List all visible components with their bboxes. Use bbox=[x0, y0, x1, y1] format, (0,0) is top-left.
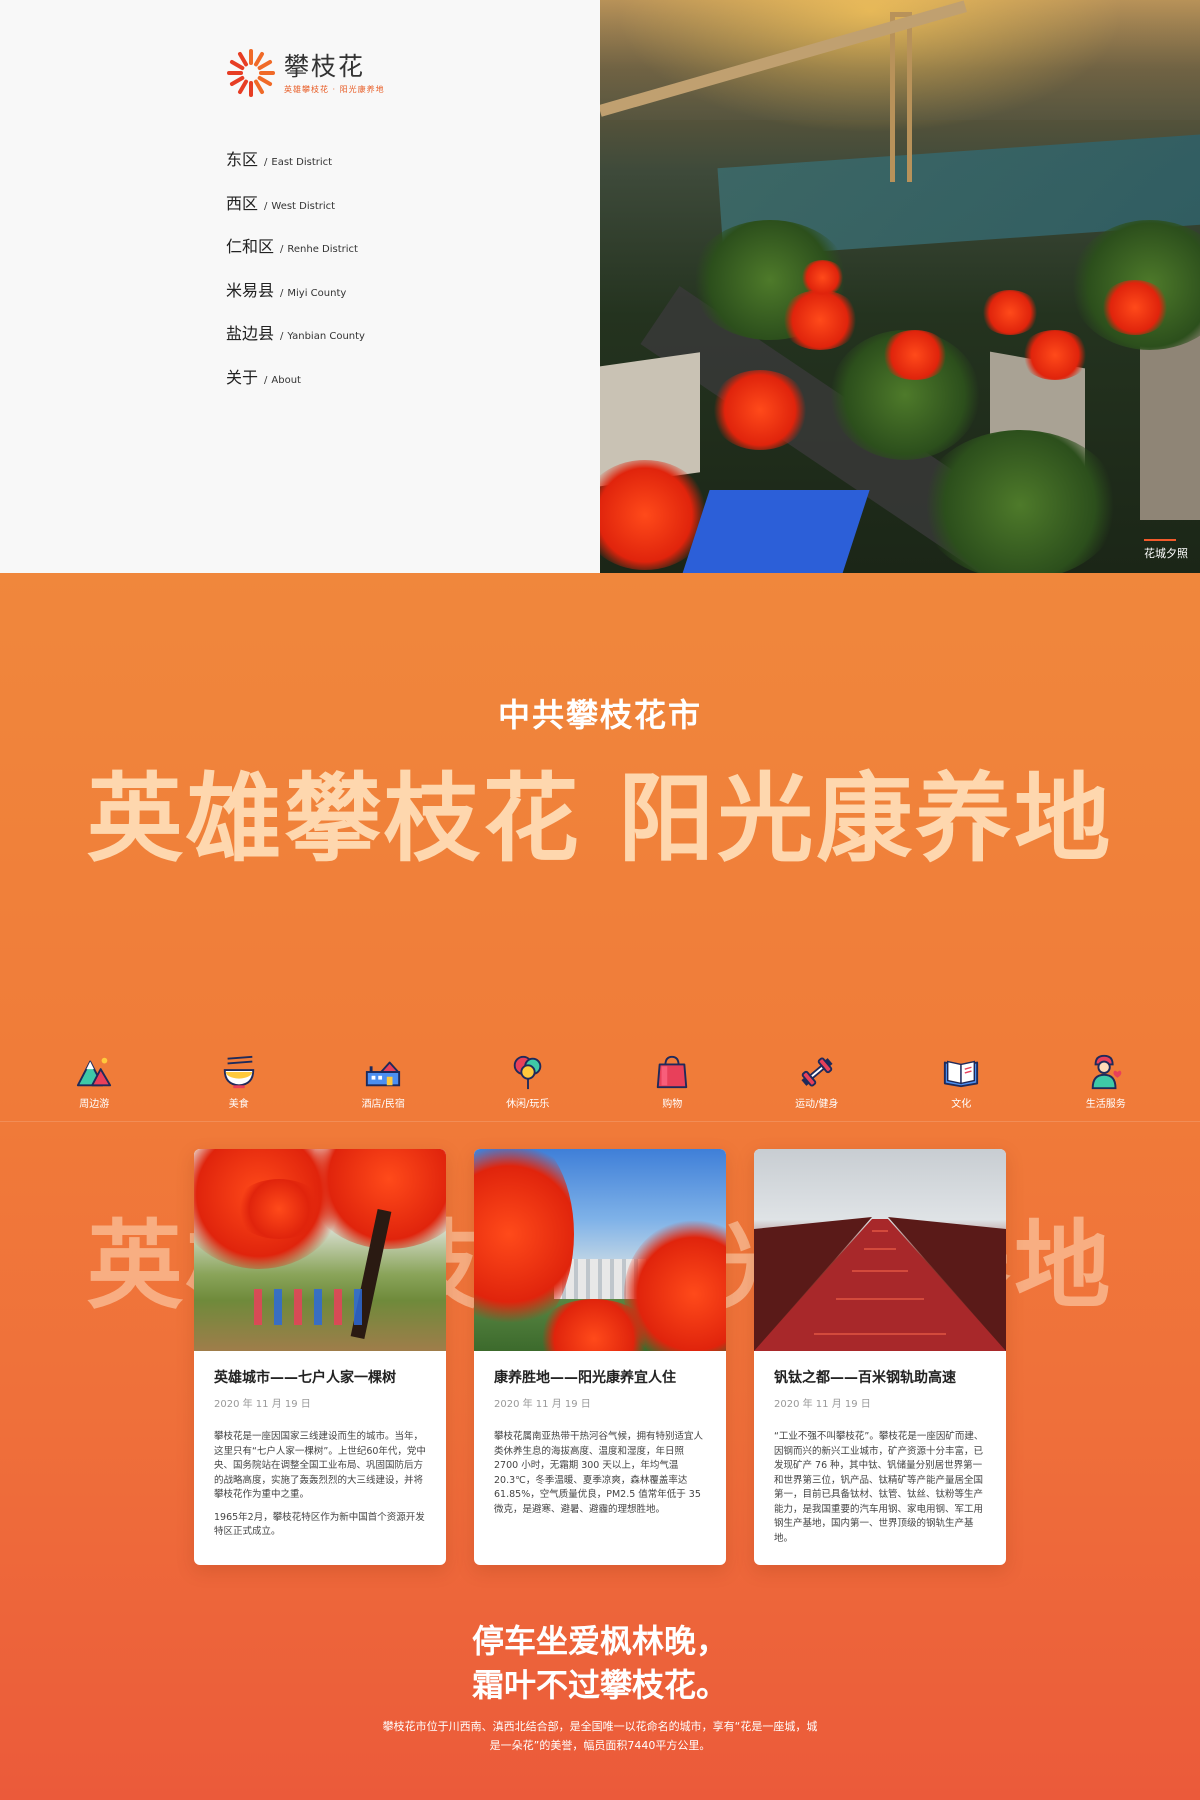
nav-item-cn-label: 西区 bbox=[226, 193, 259, 213]
flower-logo-icon bbox=[227, 49, 275, 97]
hero-blue-roof bbox=[680, 490, 870, 573]
card-image-people bbox=[254, 1289, 364, 1325]
hero-caption: 花城夕照 bbox=[1144, 547, 1188, 560]
poem-line: 霜叶不过攀枝花。 bbox=[471, 1666, 728, 1704]
shopping-bag-icon bbox=[657, 1055, 688, 1089]
nav-separator: / bbox=[280, 287, 284, 299]
card-date: 2020 年 11 月 19 日 bbox=[494, 1399, 591, 1410]
nav-item-en-label: Renhe District bbox=[287, 244, 358, 255]
logo-subtitle: 英雄攀枝花 · 阳光康养地 bbox=[284, 84, 385, 94]
nav-item-cn-label: 关于 bbox=[226, 367, 259, 387]
dumbbell-icon bbox=[801, 1057, 833, 1087]
category-label: 文化 bbox=[951, 1099, 972, 1110]
nav-item-about[interactable]: 关于 / About bbox=[226, 364, 365, 408]
nav-item-en-label: East District bbox=[271, 157, 333, 168]
mountain-icon bbox=[77, 1057, 112, 1087]
category-label: 运动/健身 bbox=[795, 1099, 839, 1110]
logo-title: 攀枝花 bbox=[284, 51, 366, 81]
section-divider bbox=[0, 1121, 1200, 1122]
nav-separator: / bbox=[280, 244, 284, 255]
card-date: 2020 年 11 月 19 日 bbox=[774, 1399, 871, 1410]
hero-flower-tree bbox=[880, 330, 950, 380]
hotel-icon bbox=[366, 1061, 401, 1087]
book-icon bbox=[944, 1060, 979, 1088]
feature-card-vanadium-titanium[interactable]: 钒钛之都——百米钢轨助高速 2020 年 11 月 19 日 “工业不强不叫攀枝… bbox=[754, 1149, 1006, 1565]
category-label: 周边游 bbox=[79, 1099, 110, 1110]
card-title: 钒钛之都——百米钢轨助高速 bbox=[774, 1370, 956, 1386]
feature-card-heroic-city[interactable]: 英雄城市——七户人家一棵树 2020 年 11 月 19 日 攀枝花是一座因国家… bbox=[194, 1149, 446, 1565]
banner-subtitle: 中共攀枝花市 bbox=[497, 696, 702, 734]
hero-flower-tree bbox=[980, 290, 1040, 335]
nav-separator: / bbox=[264, 200, 268, 212]
category-label: 酒店/民宿 bbox=[361, 1099, 405, 1110]
nav-item-east-district[interactable]: 东区 / East District bbox=[226, 146, 365, 190]
nav-item-en-label: West District bbox=[271, 200, 336, 212]
card-date: 2020 年 11 月 19 日 bbox=[214, 1399, 311, 1410]
hero-bridge-tower bbox=[890, 12, 912, 182]
hero-flower-tree bbox=[710, 370, 810, 450]
nav-item-en-label: Miyi County bbox=[287, 287, 347, 299]
nav-item-cn-label: 仁和区 bbox=[226, 237, 275, 256]
card-title: 康养胜地——阳光康养宜人住 bbox=[494, 1370, 676, 1386]
hero-flower-tree bbox=[1020, 330, 1090, 380]
balloon-icon bbox=[513, 1055, 542, 1090]
nav-item-miyi-county[interactable]: 米易县 / Miyi County bbox=[226, 277, 365, 321]
hero-flower-tree bbox=[1100, 280, 1170, 335]
category-label: 休闲/玩乐 bbox=[506, 1099, 550, 1110]
card-image bbox=[474, 1149, 726, 1351]
nav-item-renhe-district[interactable]: 仁和区 / Renhe District bbox=[226, 233, 365, 277]
card-title: 英雄城市——七户人家一棵树 bbox=[214, 1370, 396, 1386]
nav-item-west-district[interactable]: 西区 / West District bbox=[226, 190, 365, 234]
hero-flower-tree bbox=[800, 260, 845, 295]
poem-line: 停车坐爱枫林晚， bbox=[471, 1622, 728, 1660]
nav-item-cn-label: 米易县 bbox=[226, 280, 275, 300]
nav-item-cn-label: 东区 bbox=[226, 150, 259, 169]
category-label: 美食 bbox=[228, 1099, 249, 1110]
hero-flower-tree bbox=[780, 290, 860, 350]
banner-slogan: 英雄攀枝花 阳光康养地 bbox=[86, 763, 1114, 875]
feature-cards: 英雄城市——七户人家一棵树 2020 年 11 月 19 日 攀枝花是一座因国家… bbox=[194, 1149, 1006, 1565]
nav-separator: / bbox=[280, 331, 284, 342]
card-image-bridge bbox=[754, 1217, 1006, 1351]
main-section: 中共攀枝花市 英雄攀枝花 阳光康养地 周边游 美食 酒店/民宿 休闲/玩乐 购物… bbox=[0, 573, 1200, 1800]
poem-block: 停车坐爱枫林晚， 霜叶不过攀枝花。 bbox=[0, 1619, 1200, 1707]
city-description: 攀枝花市位于川西南、滇西北结合部，是全国唯一以花命名的城市，享有“花是一座城，城… bbox=[382, 1720, 818, 1752]
card-text: “工业不强不叫攀枝花”。攀枝花是一座因矿而建、因钢而兴的新兴工业城市，矿产资源十… bbox=[774, 1431, 984, 1544]
caption-accent-line bbox=[1144, 539, 1176, 541]
header-section: 攀枝花 英雄攀枝花 · 阳光康养地 东区 / East District 西区 … bbox=[0, 0, 1200, 573]
nav-separator: / bbox=[264, 374, 268, 386]
noodle-bowl-icon bbox=[223, 1055, 254, 1089]
card-text: 攀枝花属南亚热带干热河谷气候，拥有特别适宜人类休养生息的海拔高度、温度和湿度，年… bbox=[494, 1431, 704, 1515]
feature-card-wellness[interactable]: 康养胜地——阳光康养宜人住 2020 年 11 月 19 日 攀枝花属南亚热带干… bbox=[474, 1149, 726, 1565]
nav-item-cn-label: 盐边县 bbox=[226, 324, 275, 343]
card-image bbox=[194, 1149, 446, 1351]
category-label: 购物 bbox=[662, 1099, 683, 1110]
nav-item-yanbian-county[interactable]: 盐边县 / Yanbian County bbox=[226, 320, 365, 364]
card-text-extra: 1965年2月，攀枝花特区作为新中国首个资源开发特区正式成立。 bbox=[214, 1511, 425, 1538]
nav-item-en-label: About bbox=[271, 374, 301, 386]
card-text: 攀枝花是一座因国家三线建设而生的城市。当年，这里只有“七户人家一棵树”。上世纪6… bbox=[214, 1431, 426, 1500]
nav-separator: / bbox=[264, 157, 268, 168]
hero-photo: 花城夕照 bbox=[600, 0, 1200, 573]
nav-item-en-label: Yanbian County bbox=[287, 331, 365, 342]
card-image-flowers bbox=[234, 1179, 324, 1239]
hero-tree bbox=[920, 430, 1120, 573]
site-logo[interactable]: 攀枝花 英雄攀枝花 · 阳光康养地 bbox=[226, 48, 385, 98]
category-label: 生活服务 bbox=[1085, 1099, 1126, 1110]
card-image bbox=[754, 1149, 1006, 1351]
service-person-icon bbox=[1091, 1054, 1122, 1090]
district-nav: 东区 / East District 西区 / West District 仁和… bbox=[226, 146, 365, 407]
left-panel: 攀枝花 英雄攀枝花 · 阳光康养地 东区 / East District 西区 … bbox=[0, 0, 600, 573]
